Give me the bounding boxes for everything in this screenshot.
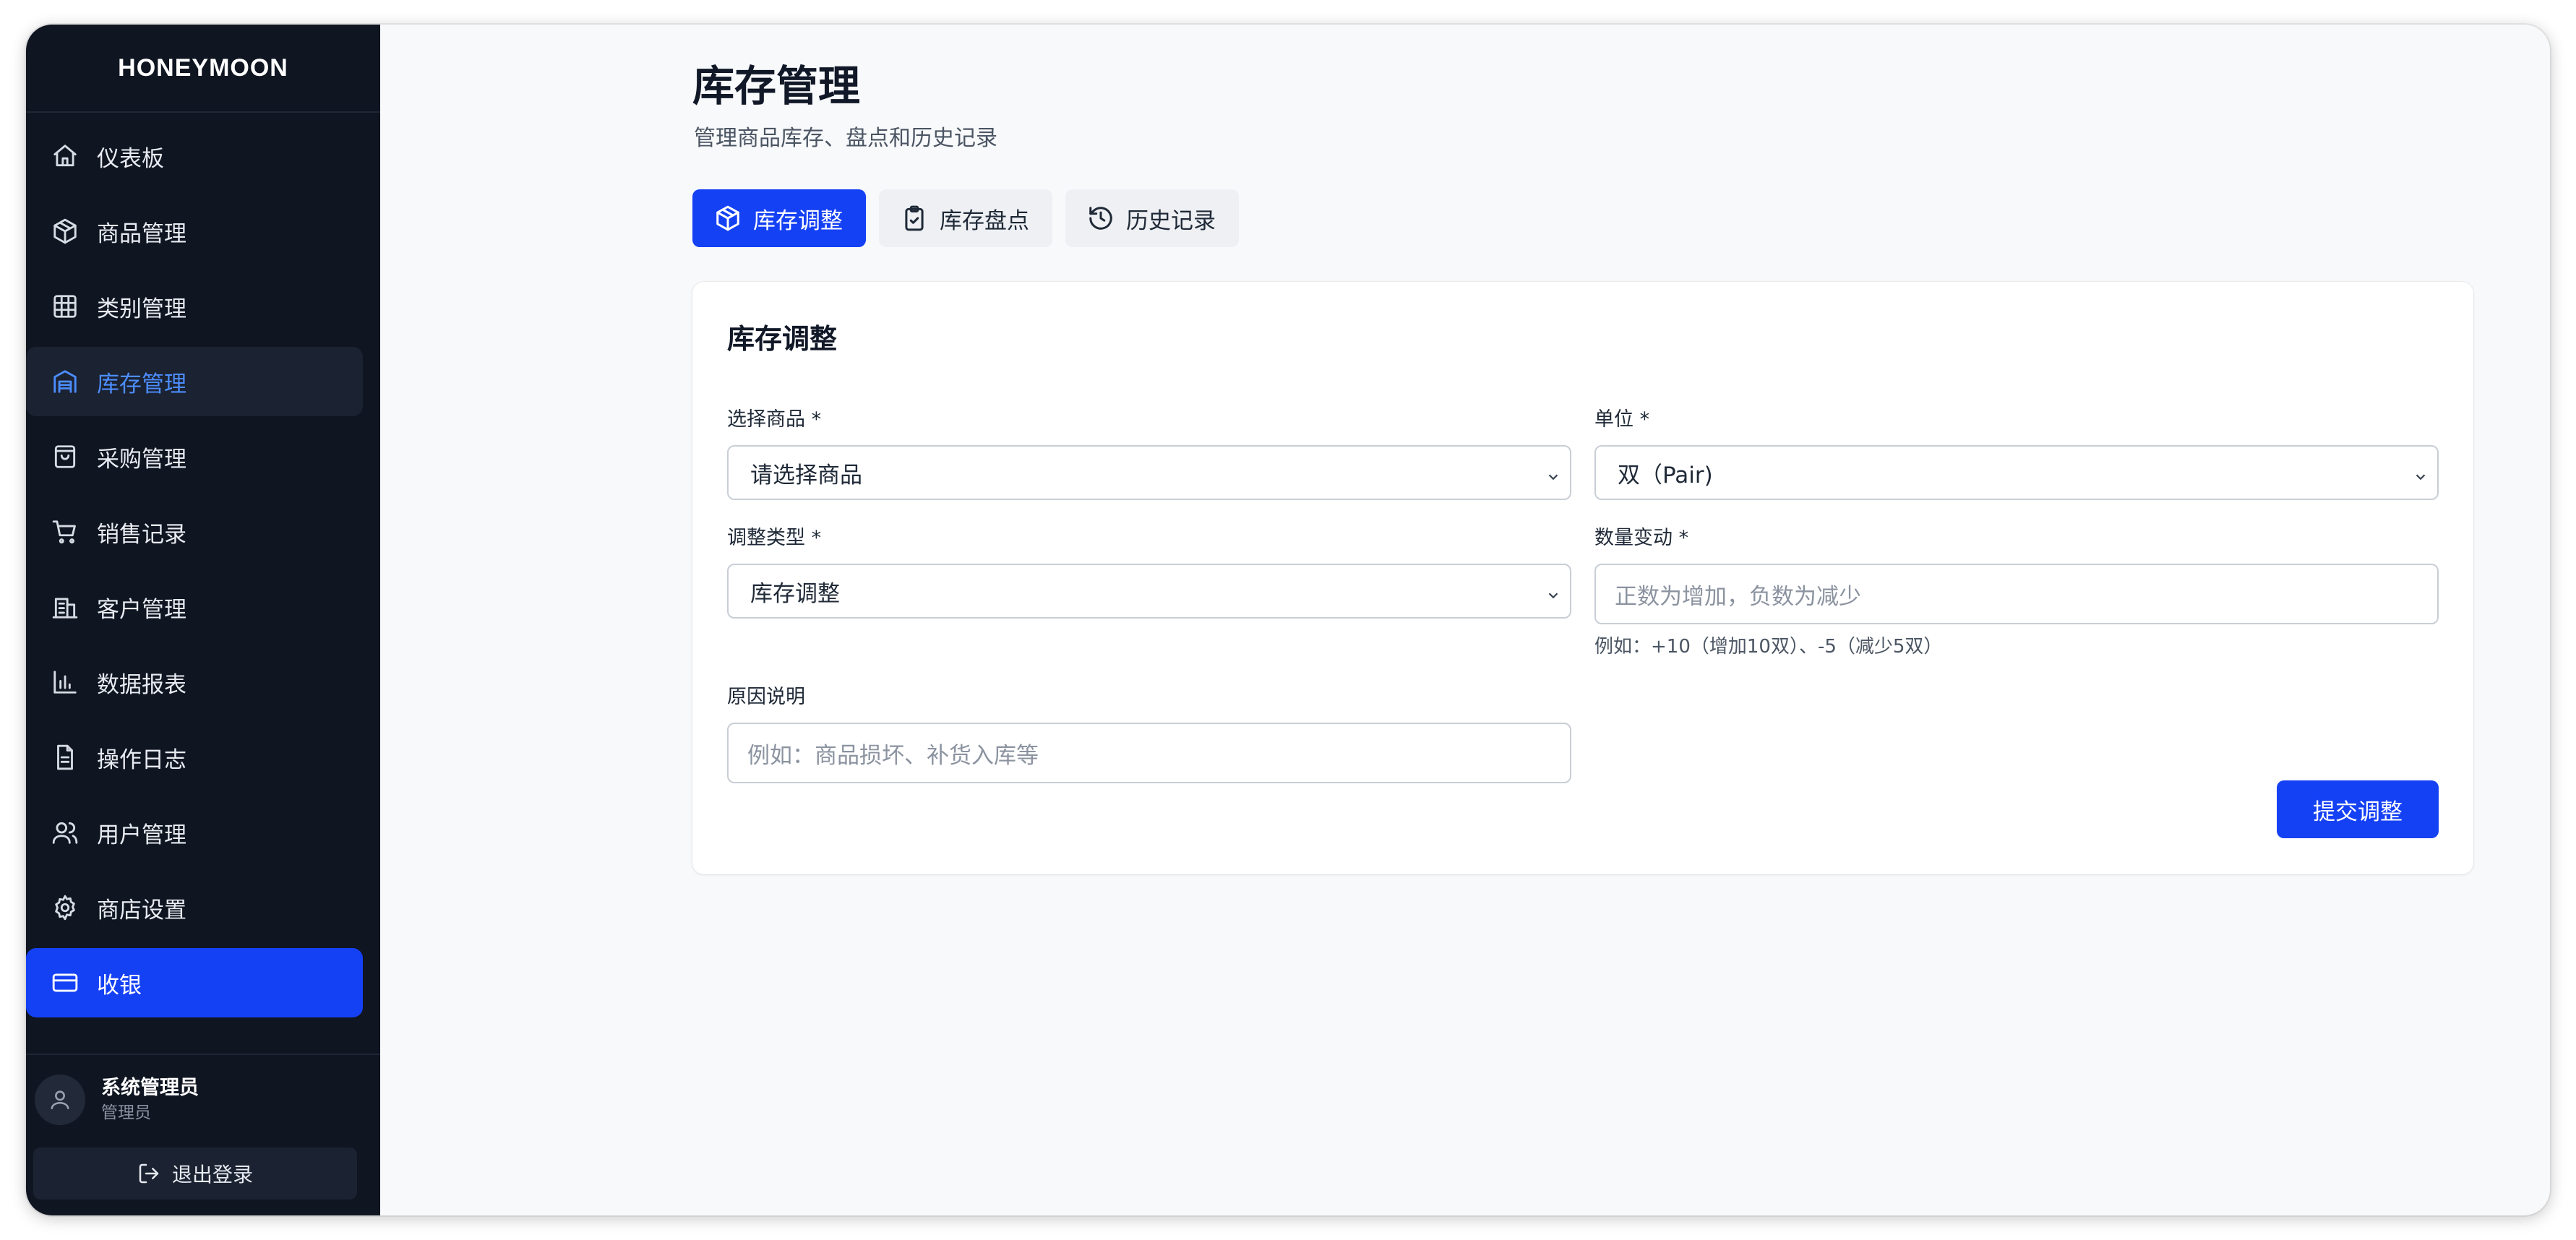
sidebar-item-label: 数据报表 [97, 671, 186, 698]
tab-inventory-adjust[interactable]: 库存调整 [692, 189, 866, 247]
sidebar-item-purchasing[interactable]: 采购管理 [26, 422, 363, 491]
box-icon [51, 217, 80, 246]
unit-select-value: 双（Pair) [1618, 462, 1713, 488]
sidebar-item-label: 客户管理 [97, 596, 186, 623]
gear-icon [51, 893, 80, 922]
history-icon [1089, 207, 1112, 230]
unit-label: 单位 * [1594, 408, 1650, 431]
tab-label: 库存调整 [753, 207, 843, 234]
sidebar-item-label: 商品管理 [97, 220, 186, 247]
user-icon [51, 1090, 69, 1109]
sidebar-item-label: 类别管理 [97, 296, 186, 322]
page-title: 库存管理 [692, 61, 861, 111]
sidebar-item-checkout[interactable]: 收银 [26, 948, 363, 1017]
unit-select[interactable]: 双（Pair) [1594, 445, 2439, 500]
adjustment-card: 库存调整 选择商品 * 请选择商品 单位 * 双（Pair) 调整类型 * 库存… [692, 282, 2473, 874]
sidebar-item-categories[interactable]: 类别管理 [26, 272, 363, 341]
user-profile: 系统管理员 管理员 [35, 1071, 199, 1129]
product-label: 选择商品 * [727, 408, 822, 431]
card-title: 库存调整 [727, 323, 838, 355]
warehouse-icon [51, 367, 80, 396]
product-select-value: 请选择商品 [750, 462, 862, 488]
quantity-hint: 例如：+10（增加10双）、-5（减少5双） [1594, 636, 1943, 658]
brand-logo: HONEYMOON [26, 25, 380, 113]
reason-input[interactable]: 例如：商品损坏、补货入库等 [727, 723, 1571, 783]
credit-card-icon [51, 968, 80, 997]
sidebar-item-label: 库存管理 [97, 371, 186, 397]
sidebar-item-label: 仪表板 [97, 145, 164, 172]
sidebar-item-users[interactable]: 用户管理 [26, 798, 363, 867]
tab-history[interactable]: 历史记录 [1065, 189, 1239, 247]
sidebar-item-label: 操作日志 [97, 746, 186, 773]
page-subtitle: 管理商品库存、盘点和历史记录 [694, 126, 997, 151]
logout-label: 退出登录 [171, 1163, 253, 1187]
reason-placeholder: 例如：商品损坏、补货入库等 [747, 742, 1039, 769]
tab-bar: 库存调整 库存盘点 历史记录 [692, 189, 1252, 247]
adjust-type-value: 库存调整 [750, 580, 840, 607]
sidebar-item-reports[interactable]: 数据报表 [26, 647, 363, 717]
product-select[interactable]: 请选择商品 [727, 445, 1571, 500]
shopping-bag-icon [51, 442, 80, 471]
sidebar-divider [26, 1054, 380, 1055]
app-window: HONEYMOON 仪表板 商品管理 类别管理 库存管理 采购管理 销售记录 客… [26, 25, 2550, 1215]
sidebar-item-sales[interactable]: 销售记录 [26, 497, 363, 567]
chevron-down-icon [1545, 465, 1561, 481]
file-text-icon [51, 743, 80, 772]
clipboard-check-icon [905, 205, 924, 231]
sidebar-item-products[interactable]: 商品管理 [26, 197, 363, 266]
tab-inventory-count[interactable]: 库存盘点 [879, 189, 1052, 247]
sidebar-item-label: 销售记录 [97, 521, 186, 548]
box-icon [716, 205, 739, 231]
chevron-down-icon [1545, 583, 1561, 599]
avatar [35, 1075, 85, 1125]
users-icon [51, 818, 80, 847]
sidebar-item-label: 用户管理 [97, 822, 186, 848]
grid-icon [51, 292, 80, 321]
user-name: 系统管理员 [101, 1077, 199, 1099]
submit-adjustment-button[interactable]: 提交调整 [2277, 780, 2439, 838]
sidebar-item-customers[interactable]: 客户管理 [26, 572, 363, 642]
sidebar-item-dashboard[interactable]: 仪表板 [26, 121, 363, 191]
cart-icon [51, 517, 80, 546]
logout-button[interactable]: 退出登录 [33, 1148, 357, 1200]
sidebar-item-label: 采购管理 [97, 446, 186, 473]
sidebar-item-label: 商店设置 [97, 897, 186, 923]
sidebar: HONEYMOON 仪表板 商品管理 类别管理 库存管理 采购管理 销售记录 客… [26, 25, 380, 1215]
quantity-label: 数量变动 * [1594, 527, 1689, 549]
reason-label: 原因说明 [727, 686, 805, 708]
main-content: 库存管理 管理商品库存、盘点和历史记录 库存调整 库存盘点 历史记录 库存调整 … [380, 25, 2550, 1215]
building-icon [51, 593, 80, 621]
chevron-down-icon [2413, 465, 2429, 481]
quantity-placeholder: 正数为增加，负数为减少 [1615, 583, 1861, 610]
logout-icon [139, 1163, 159, 1184]
user-role: 管理员 [101, 1103, 151, 1122]
home-icon [51, 142, 80, 171]
sidebar-item-settings[interactable]: 商店设置 [26, 873, 363, 942]
adjust-type-label: 调整类型 * [727, 527, 822, 549]
sidebar-item-inventory[interactable]: 库存管理 [26, 347, 363, 416]
adjust-type-select[interactable]: 库存调整 [727, 564, 1571, 619]
sidebar-item-label: 收银 [97, 972, 142, 999]
tab-label: 历史记录 [1126, 207, 1216, 234]
quantity-input[interactable]: 正数为增加，负数为减少 [1594, 564, 2439, 624]
bar-chart-icon [51, 668, 80, 697]
tab-label: 库存盘点 [940, 207, 1029, 234]
sidebar-item-logs[interactable]: 操作日志 [26, 723, 363, 792]
